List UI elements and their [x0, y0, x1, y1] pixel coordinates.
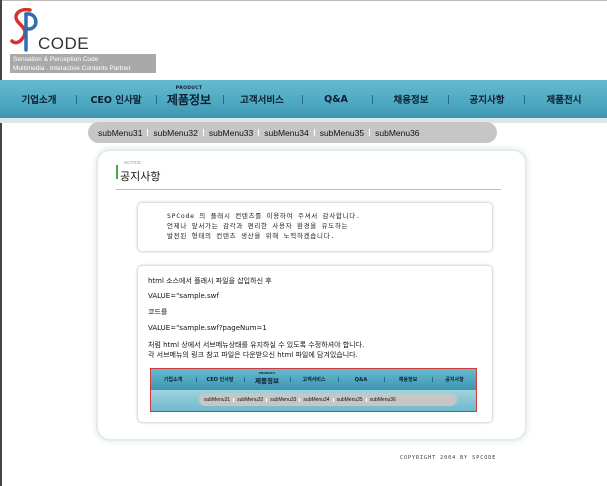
logo-wordmark: CODE [38, 34, 90, 53]
submenu-separator [147, 129, 149, 136]
nav-separator [524, 95, 525, 104]
instruction-line-5: 처럼 html 상에서 서브메뉴상태를 유지하실 수 있도록 수정하셔야 합니다… [148, 341, 365, 349]
preview-product-sup: PRODUCT [258, 371, 276, 375]
instruction-line-6: 각 서브메뉴의 링크 참고 파일은 다운받으신 html 파일에 담겨있습니다. [148, 351, 358, 359]
title-divider [116, 189, 501, 190]
submenu-item-35[interactable]: subMenu35 [320, 128, 364, 138]
preview-submenu-item: subMenu35 [336, 396, 363, 403]
preview-nav-service: 고객서비스 [302, 377, 326, 383]
nav-separator [76, 95, 77, 104]
menu-preview: 기업소개 CEO 인사말 PRODUCT 제품정보 고객서비스 Q&A 채용정보… [150, 368, 477, 412]
window-left-edge [0, 0, 2, 486]
nav-item-company[interactable]: 기업소개 [4, 80, 74, 118]
preview-nav-recruit: 채용정보 [398, 377, 418, 383]
preview-submenu-item: subMenu33 [270, 396, 297, 403]
copyright-text: COPYRIGHT 2004 BY SPCODE [400, 455, 497, 461]
tagline-line-1: Sensation & Perception Code [13, 56, 99, 63]
nav-item-qna[interactable]: Q&A [304, 80, 368, 118]
nav-item-product-label: 제품정보 [166, 92, 212, 107]
preview-nav-product: PRODUCT 제품정보 [245, 369, 289, 390]
preview-submenu: subMenu31 subMenu32 subMenu33 subMenu34 … [199, 393, 457, 406]
main-nav: 기업소개 CEO 인사말 PRODUCT 제품정보 고객서비스 Q&A 채용정보… [0, 80, 607, 118]
notice-accent-bar [116, 165, 118, 179]
instruction-line-1: html 소스에서 플래시 파일을 삽입하신 후 [148, 277, 272, 285]
preview-nav: 기업소개 CEO 인사말 PRODUCT 제품정보 고객서비스 Q&A 채용정보… [151, 369, 476, 390]
submenu-item-32[interactable]: subMenu32 [153, 128, 197, 138]
nav-item-ceo[interactable]: CEO 인사말 [78, 80, 154, 118]
instructions-box: html 소스에서 플래시 파일을 삽입하신 후 VALUE="sample.s… [138, 266, 492, 422]
submenu-item-31[interactable]: subMenu31 [98, 128, 142, 138]
nav-separator [302, 95, 303, 104]
nav-separator [156, 95, 157, 104]
nav-product-sup: PRODUCT [175, 86, 203, 91]
submenu-item-34[interactable]: subMenu34 [264, 128, 308, 138]
submenu-item-36[interactable]: subMenu36 [375, 128, 419, 138]
nav-item-service[interactable]: 고객서비스 [226, 80, 298, 118]
preview-submenu-separator [365, 397, 367, 402]
submenu-separator [202, 129, 204, 136]
submenu-item-33[interactable]: subMenu33 [209, 128, 253, 138]
preview-submenu-item: subMenu34 [303, 396, 330, 403]
intro-line-2: 언제나 앞서가는 감각과 편리한 사용자 환경을 유도하는 [167, 222, 349, 230]
preview-submenu-separator [233, 397, 235, 402]
window-top-edge [0, 0, 607, 1]
page-title: 공지사항 [120, 170, 161, 183]
instruction-line-2: VALUE="sample.swf [148, 292, 219, 300]
preview-nav-ceo: CEO 인사말 [206, 377, 234, 383]
nav-separator [223, 95, 224, 104]
preview-submenu-item: subMenu36 [369, 396, 396, 403]
intro-line-3: 발전된 형태의 컨텐츠 생산을 위해 노력하겠습니다. [167, 232, 335, 240]
preview-submenu-separator [266, 397, 268, 402]
preview-submenu-separator [299, 397, 301, 402]
preview-submenu-item: subMenu31 [204, 396, 231, 403]
preview-nav-product-label: 제품정보 [255, 376, 279, 385]
nav-item-product[interactable]: PRODUCT 제품정보 [158, 80, 220, 118]
preview-submenu-separator [332, 397, 334, 402]
submenu-separator [258, 129, 260, 136]
intro-line-1: SPCode 의 플래시 컨텐츠를 이용하여 주셔서 감사합니다. [167, 212, 361, 220]
submenu-bar: subMenu31 subMenu32 subMenu33 subMenu34 … [88, 122, 497, 143]
tagline-line-2: Multimedia . Interactive Contents Partne… [13, 65, 131, 72]
preview-nav-qna: Q&A [354, 376, 368, 383]
nav-item-notice[interactable]: 공지사항 [452, 80, 522, 118]
instruction-line-4: VALUE="sample.swf?pageNum=1 [148, 324, 267, 332]
preview-nav-notice: 공지사항 [445, 377, 464, 383]
preview-nav-company: 기업소개 [163, 377, 183, 383]
nav-separator [448, 95, 449, 104]
nav-separator [372, 95, 373, 104]
notice-small-label: NOTICE [124, 160, 142, 165]
submenu-separator [369, 129, 371, 136]
instruction-line-3: 코드를 [148, 308, 168, 316]
content-panel: NOTICE 공지사항 SPCode 의 플래시 컨텐츠를 이용하여 주셔서 감… [98, 151, 525, 439]
nav-item-recruit[interactable]: 채용정보 [376, 80, 446, 118]
logo-tagline: Sensation & Perception Code Multimedia .… [10, 54, 156, 73]
submenu-separator [313, 129, 315, 136]
intro-box: SPCode 의 플래시 컨텐츠를 이용하여 주셔서 감사합니다. 언제나 앞서… [138, 203, 492, 251]
nav-item-exhibition[interactable]: 제품전시 [526, 80, 602, 118]
preview-submenu-item: subMenu32 [237, 396, 264, 403]
